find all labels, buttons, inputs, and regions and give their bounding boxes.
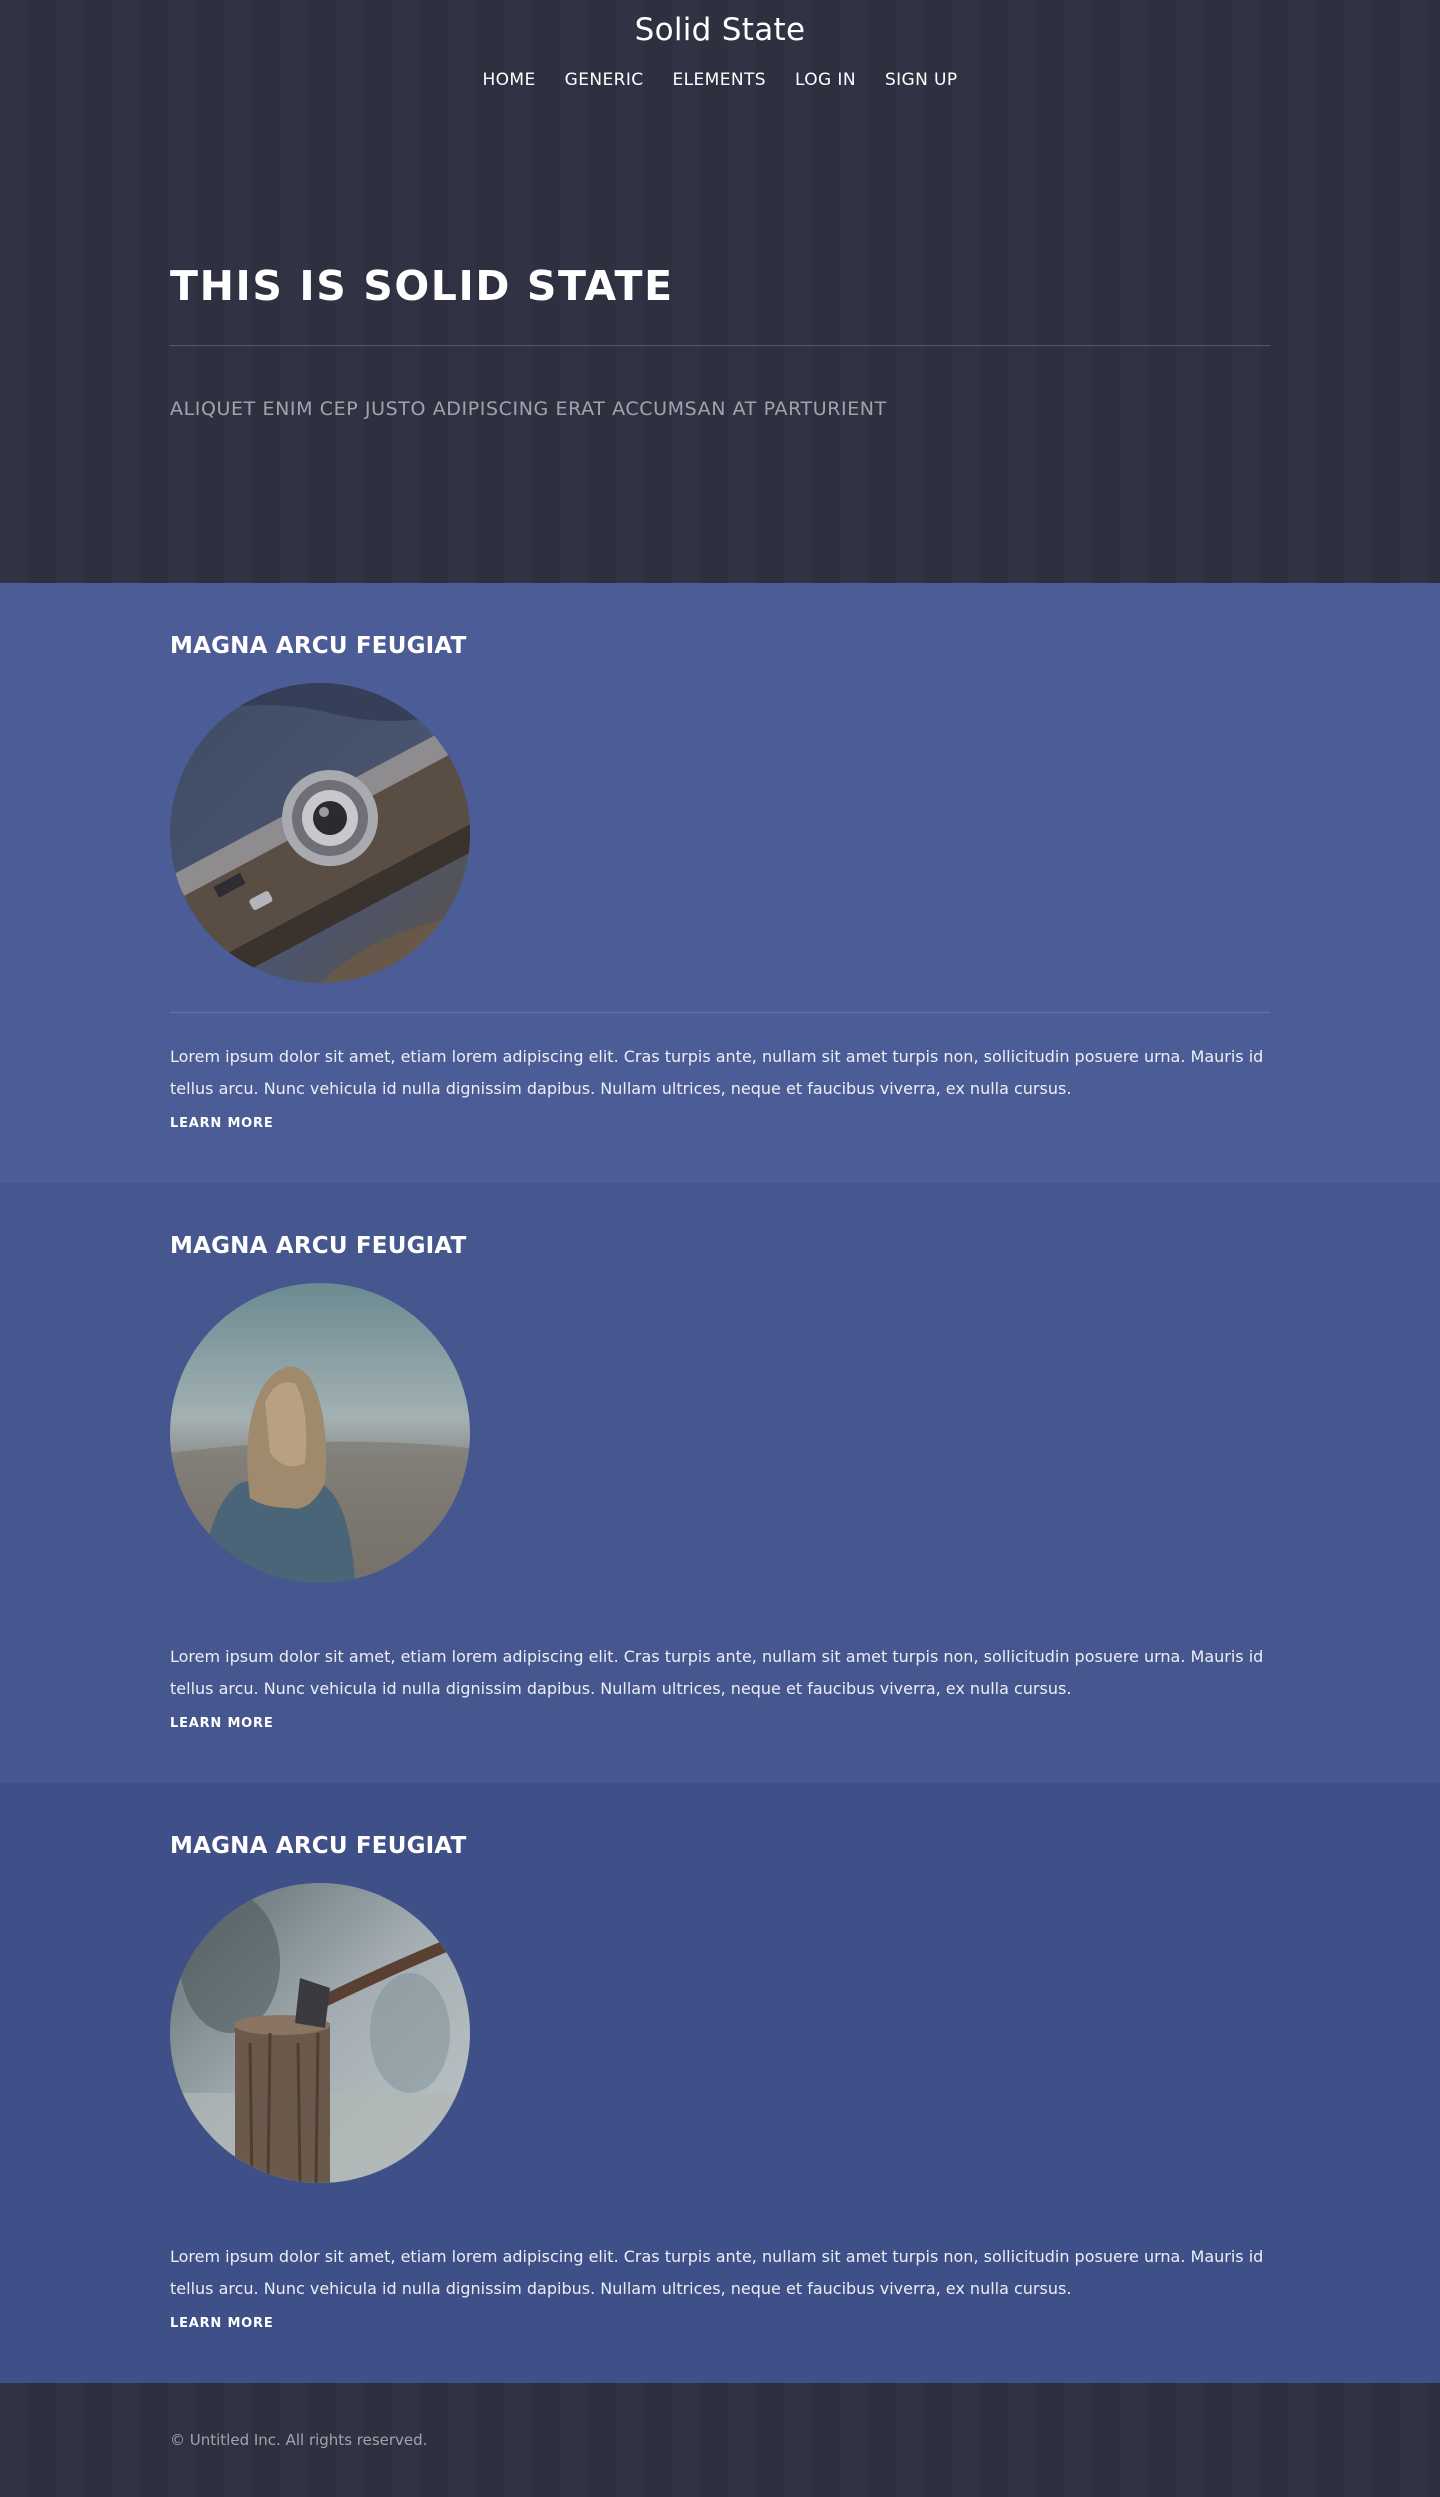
camera-illustration: [170, 683, 470, 983]
nav-elements[interactable]: ELEMENTS: [673, 70, 766, 90]
section-heading: MAGNA ARCU FEUGIAT: [170, 1833, 467, 1859]
copyright-text: © Untitled Inc. All rights reserved.: [170, 2431, 428, 2449]
hero-divider: [170, 345, 1270, 346]
section-divider: [170, 1012, 1270, 1013]
section-text: Lorem ipsum dolor sit amet, etiam lorem …: [170, 1647, 1264, 1698]
section-heading: MAGNA ARCU FEUGIAT: [170, 1233, 467, 1259]
page-footer: © Untitled Inc. All rights reserved.: [0, 2383, 1440, 2497]
nav-sign-up[interactable]: SIGN UP: [885, 70, 958, 90]
camera-photo: [170, 683, 470, 983]
section-heading: MAGNA ARCU FEUGIAT: [170, 633, 467, 659]
learn-more-link[interactable]: LEARN MORE: [170, 2316, 274, 2331]
woman-illustration: [170, 1283, 470, 1583]
learn-more-link[interactable]: LEARN MORE: [170, 1716, 274, 1731]
feature-section-3: MAGNA ARCU FEUGIAT Lorem ipsum dolor sit…: [0, 1783, 1440, 2383]
woman-landscape-photo: [170, 1283, 470, 1583]
main-nav: HOME GENERIC ELEMENTS LOG IN SIGN UP: [0, 70, 1440, 90]
section-text: Lorem ipsum dolor sit amet, etiam lorem …: [170, 1047, 1264, 1098]
nav-generic[interactable]: GENERIC: [565, 70, 644, 90]
feature-section-2: MAGNA ARCU FEUGIAT Lorem ipsum dolor sit…: [0, 1183, 1440, 1783]
nav-home[interactable]: HOME: [482, 70, 535, 90]
axe-stump-photo: [170, 1883, 470, 2183]
hero-title: THIS IS SOLID STATE: [170, 262, 674, 310]
feature-section-1: MAGNA ARCU FEUGIAT Lorem ipsum dolor sit…: [0, 583, 1440, 1183]
learn-more-link[interactable]: LEARN MORE: [170, 1116, 274, 1131]
hero-subtitle: ALIQUET ENIM CEP JUSTO ADIPISCING ERAT A…: [170, 398, 887, 420]
section-text: Lorem ipsum dolor sit amet, etiam lorem …: [170, 2247, 1264, 2298]
nav-log-in[interactable]: LOG IN: [795, 70, 856, 90]
site-title[interactable]: Solid State: [0, 12, 1440, 48]
axe-illustration: [170, 1883, 470, 2183]
page-header: Solid State HOME GENERIC ELEMENTS LOG IN…: [0, 0, 1440, 583]
